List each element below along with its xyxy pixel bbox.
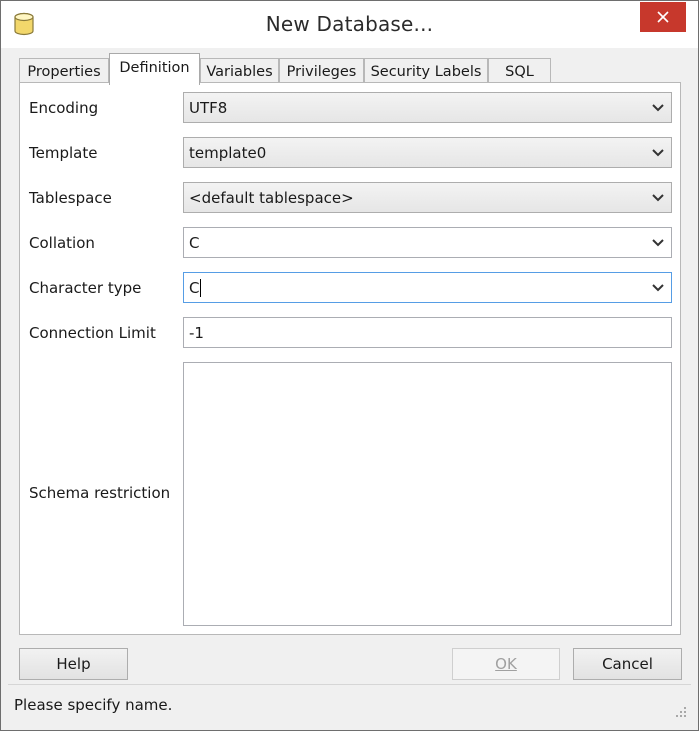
template-select[interactable]: template0 — [183, 137, 672, 168]
collation-value: C — [189, 233, 200, 252]
chevron-down-icon — [652, 149, 664, 157]
help-button[interactable]: Help — [19, 648, 128, 680]
tab-sql[interactable]: SQL — [488, 58, 551, 84]
ok-button-label: OK — [495, 655, 517, 673]
template-value: template0 — [189, 143, 267, 162]
encoding-value: UTF8 — [189, 98, 228, 117]
close-icon — [657, 11, 669, 23]
connection-limit-input[interactable]: -1 — [183, 317, 672, 348]
close-button[interactable] — [640, 2, 686, 32]
chevron-down-icon — [652, 239, 664, 247]
collation-combobox[interactable]: C — [183, 227, 672, 258]
title-bar[interactable]: New Database... — [1, 1, 698, 48]
chevron-down-icon — [652, 284, 664, 292]
tab-definition[interactable]: Definition — [109, 53, 200, 85]
tab-variables[interactable]: Variables — [200, 58, 279, 84]
dialog-window: New Database... Properties Definition Va… — [0, 0, 699, 731]
schema-restriction-label: Schema restriction — [29, 484, 171, 502]
ok-button[interactable]: OK — [452, 648, 560, 680]
resize-grip-icon[interactable] — [673, 704, 687, 718]
character-type-value: C — [189, 278, 200, 297]
status-message: Please specify name. — [14, 696, 173, 714]
text-caret — [200, 278, 202, 297]
character-type-label: Character type — [29, 279, 142, 297]
tablespace-select[interactable]: <default tablespace> — [183, 182, 672, 213]
character-type-combobox[interactable]: C — [183, 272, 672, 303]
status-bar: Please specify name. — [8, 684, 691, 728]
dialog-client: Properties Definition Variables Privileg… — [1, 48, 698, 730]
tab-properties[interactable]: Properties — [19, 58, 109, 84]
collation-label: Collation — [29, 234, 95, 252]
cancel-button-label: Cancel — [602, 655, 653, 673]
chevron-down-icon — [652, 104, 664, 112]
schema-restriction-textarea[interactable] — [183, 362, 672, 626]
cancel-button[interactable]: Cancel — [573, 648, 682, 680]
connection-limit-value: -1 — [189, 323, 204, 342]
tablespace-value: <default tablespace> — [189, 188, 354, 207]
encoding-label: Encoding — [29, 99, 99, 117]
encoding-select[interactable]: UTF8 — [183, 92, 672, 123]
tablespace-label: Tablespace — [29, 189, 112, 207]
tab-privileges[interactable]: Privileges — [279, 58, 364, 84]
template-label: Template — [29, 144, 98, 162]
definition-panel: Encoding UTF8 Template template0 Tablesp… — [19, 82, 681, 635]
chevron-down-icon — [652, 194, 664, 202]
window-title: New Database... — [265, 12, 434, 36]
tab-security-labels[interactable]: Security Labels — [364, 58, 488, 84]
connection-limit-label: Connection Limit — [29, 324, 156, 342]
